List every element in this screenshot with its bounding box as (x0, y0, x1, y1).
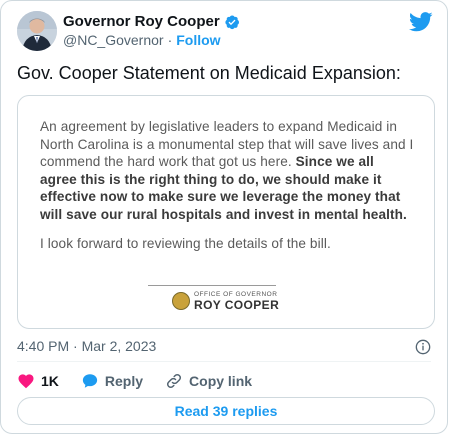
signature-divider (148, 285, 276, 286)
like-button[interactable]: 1K (17, 372, 59, 390)
twitter-bird-icon[interactable] (408, 11, 433, 33)
statement-paragraph-1: An agreement by legislative leaders to e… (40, 118, 414, 223)
office-name: ROY COOPER (194, 298, 280, 312)
divider (17, 361, 431, 362)
author-block: Governor Roy Cooper @NC_Governor · Follo… (63, 13, 240, 48)
link-icon (165, 372, 183, 390)
separator-dot: · (167, 32, 173, 48)
tweet-text: Gov. Cooper Statement on Medicaid Expans… (17, 63, 401, 83)
state-seal-icon (172, 292, 190, 310)
follow-button[interactable]: Follow (176, 32, 220, 48)
heart-icon (17, 372, 35, 390)
like-count: 1K (41, 373, 59, 389)
reply-label: Reply (104, 373, 144, 389)
author-handle[interactable]: @NC_Governor (63, 32, 164, 48)
author-name[interactable]: Governor Roy Cooper (63, 13, 220, 30)
statement-closing: I look forward to reviewing the details … (40, 236, 331, 251)
avatar[interactable] (17, 11, 57, 51)
tweet-timestamp[interactable]: 4:40 PM · Mar 2, 2023 (17, 338, 156, 354)
tweet-header: Governor Roy Cooper @NC_Governor · Follo… (17, 11, 433, 55)
copy-link-button[interactable]: Copy link (165, 372, 252, 390)
statement-image[interactable]: An agreement by legislative leaders to e… (17, 95, 435, 329)
office-label: OFFICE OF GOVERNOR (194, 291, 278, 298)
tweet-card[interactable]: Governor Roy Cooper @NC_Governor · Follo… (0, 0, 448, 434)
action-bar: 1K Reply Copy link (17, 371, 274, 391)
verified-badge-icon (224, 14, 240, 30)
statement-text: An agreement by legislative leaders to e… (40, 118, 414, 253)
copy-link-label: Copy link (189, 373, 253, 389)
read-replies-button[interactable]: Read 39 replies (17, 397, 435, 425)
info-icon[interactable] (415, 339, 431, 355)
reply-button[interactable]: Reply (81, 372, 143, 390)
reply-bubble-icon (81, 372, 99, 390)
